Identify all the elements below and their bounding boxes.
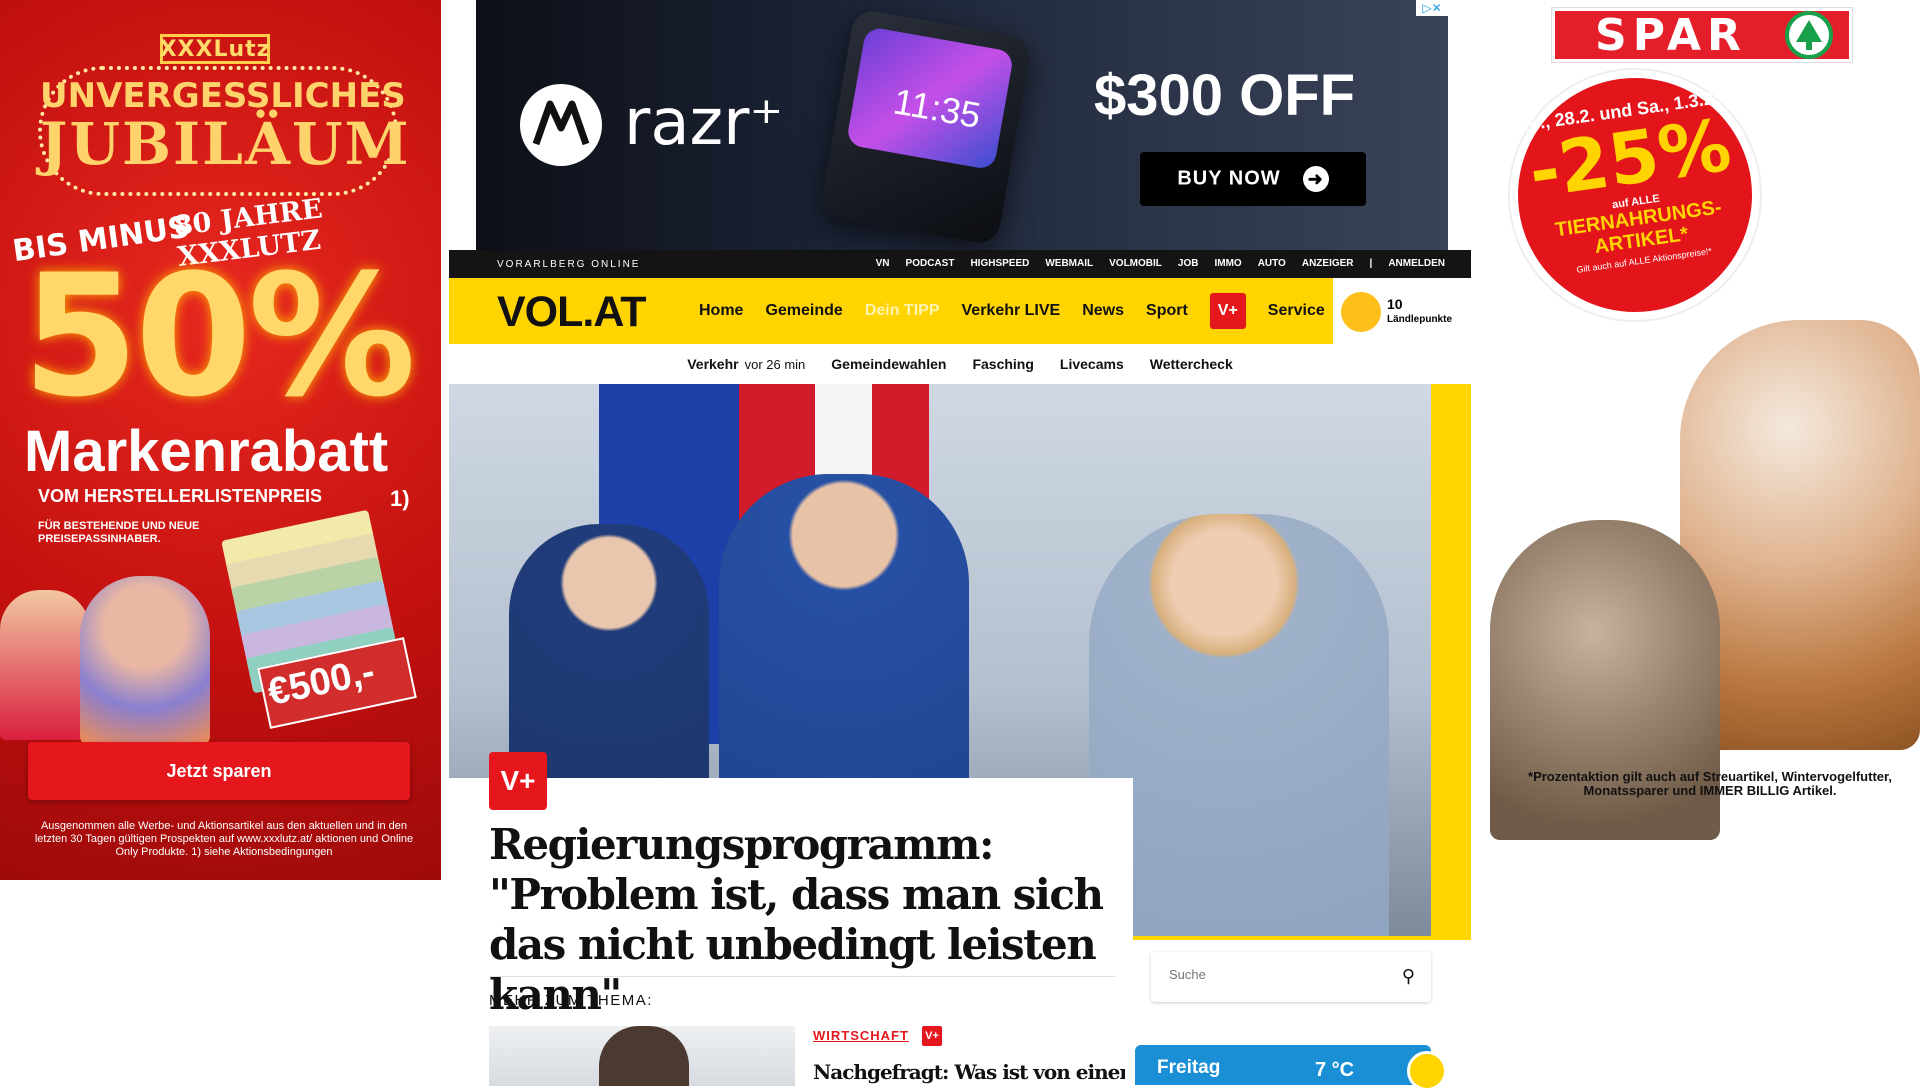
ad-main-text: Markenrabatt: [24, 419, 389, 484]
subnav-livecams[interactable]: Livecams: [1060, 356, 1124, 372]
buy-now-button[interactable]: BUY NOW ➜: [1140, 152, 1366, 206]
sun-icon: [1407, 1051, 1447, 1091]
top-link-auto[interactable]: AUTO: [1258, 258, 1286, 269]
nav-service[interactable]: Service: [1268, 302, 1325, 320]
top-link-divider: |: [1369, 258, 1373, 269]
spar-ad[interactable]: SPAR Fr., 28.2. und Sa., 1.3.25 -25% auf…: [1490, 0, 1920, 840]
weather-day: Freitag: [1157, 1057, 1221, 1078]
weather-temp: 7 °C: [1315, 1059, 1355, 1081]
search-input[interactable]: [1167, 966, 1387, 983]
nav-items: Home Gemeinde Dein TIPP Verkehr LIVE New…: [699, 278, 1325, 344]
razr-ad[interactable]: razr⁺ 11:35 $300 OFF BUY NOW ➜ ▷✕: [476, 0, 1448, 250]
divider: [489, 976, 1115, 977]
related-category[interactable]: WIRTSCHAFT: [813, 1028, 909, 1043]
weather-widget[interactable]: Freitag 7 °C: [1135, 1045, 1447, 1091]
ad-headline-2: JUBILÄUM: [40, 110, 411, 178]
top-link-vn[interactable]: VN: [876, 258, 890, 269]
subnav-verkehr-label: Verkehr: [687, 356, 739, 372]
razr-brand: razr⁺: [624, 86, 784, 160]
search-box[interactable]: ⚲: [1151, 952, 1431, 1002]
subnav-wettercheck[interactable]: Wettercheck: [1150, 356, 1233, 372]
phone-screen: 11:35: [845, 26, 1015, 171]
main-nav: VOL.AT Home Gemeinde Dein TIPP Verkehr L…: [449, 278, 1471, 344]
hero-article[interactable]: V+ Regierungsprogramm: "Problem ist, das…: [449, 384, 1471, 1019]
jetzt-sparen-button[interactable]: Jetzt sparen: [28, 742, 410, 800]
ad-model-woman: [0, 590, 90, 740]
top-link-immo[interactable]: IMMO: [1214, 258, 1241, 269]
ad-note: FÜR BESTEHENDE UND NEUE PREISEPASSINHABE…: [38, 520, 200, 545]
top-bar: VORARLBERG ONLINE VN PODCAST HIGHSPEED W…: [449, 250, 1471, 278]
vplus-badge: V+: [489, 752, 547, 810]
top-link-anmelden[interactable]: ANMELDEN: [1388, 258, 1445, 269]
ad-fineprint: Ausgenommen alle Werbe- und Aktionsartik…: [34, 820, 414, 858]
top-link-anzeiger[interactable]: ANZEIGER: [1302, 258, 1354, 269]
points-count: 10: [1387, 296, 1403, 312]
nav-home[interactable]: Home: [699, 302, 743, 320]
related-vplus-badge: V+: [922, 1026, 942, 1046]
phone-time: 11:35: [890, 80, 984, 136]
related-title[interactable]: Nachgefragt: Was ist von einer: [813, 1060, 1125, 1084]
nav-vplus-button[interactable]: V+: [1209, 293, 1246, 329]
subnav-gemeindewahlen[interactable]: Gemeindewahlen: [831, 356, 946, 372]
phone-image: 11:35: [819, 7, 1033, 247]
nav-dein-tipp[interactable]: Dein TIPP: [865, 302, 940, 320]
adchoices-icon[interactable]: ▷✕: [1416, 0, 1448, 16]
nav-gemeinde[interactable]: Gemeinde: [765, 302, 842, 320]
subnav-fasching[interactable]: Fasching: [972, 356, 1033, 372]
subnav-verkehr[interactable]: Verkehr vor 26 min: [687, 356, 805, 372]
discount-badge: Fr., 28.2. und Sa., 1.3.25 -25% auf ALLE…: [1493, 53, 1777, 337]
top-link-webmail[interactable]: WEBMAIL: [1045, 258, 1093, 269]
ad-model-man: [80, 576, 210, 746]
points-label: Ländlepunkte: [1387, 314, 1453, 325]
related-thumbnail[interactable]: [489, 1026, 795, 1086]
hero-title[interactable]: Regierungsprogramm: "Problem ist, dass m…: [489, 820, 1129, 1020]
top-link-podcast[interactable]: PODCAST: [906, 258, 955, 269]
person-right: [1089, 514, 1389, 936]
top-link-volmobil[interactable]: VOLMOBIL: [1109, 258, 1162, 269]
ad-discount-percent: 50%: [22, 238, 416, 434]
sub-nav: Verkehr vor 26 min Gemeindewahlen Faschin…: [449, 344, 1471, 384]
more-heading: MEHR ZUM THEMA:: [489, 992, 653, 1009]
top-links: VN PODCAST HIGHSPEED WEBMAIL VOLMOBIL JO…: [876, 258, 1445, 269]
arrow-right-icon: ➜: [1302, 166, 1329, 192]
search-icon[interactable]: ⚲: [1402, 966, 1415, 987]
site-name: VORARLBERG ONLINE: [497, 259, 641, 270]
vol-logo[interactable]: VOL.AT: [497, 288, 646, 337]
ad-subtext: VOM HERSTELLERLISTENPREIS: [38, 486, 323, 506]
top-link-job[interactable]: JOB: [1178, 258, 1199, 269]
buy-now-label: BUY NOW: [1177, 167, 1281, 190]
xxxlutz-ad[interactable]: XXXLutz UNVERGESSLICHES JUBILÄUM 80 JAHR…: [0, 0, 441, 880]
mountain-icon: [1341, 292, 1381, 332]
nav-verkehr-live[interactable]: Verkehr LIVE: [962, 302, 1061, 320]
laendlepunkte-widget[interactable]: 10 Ländlepunkte: [1333, 278, 1471, 344]
xxxlutz-logo: XXXLutz: [160, 34, 270, 64]
top-link-highspeed[interactable]: HIGHSPEED: [970, 258, 1029, 269]
nav-sport[interactable]: Sport: [1146, 302, 1188, 320]
person-head: [599, 1026, 689, 1086]
nav-news[interactable]: News: [1082, 302, 1124, 320]
spar-tree-icon: [1785, 11, 1833, 59]
ad-offer: $300 OFF: [1094, 63, 1356, 128]
spar-fineprint: *Prozentaktion gilt auch auf Streuartike…: [1528, 769, 1892, 798]
motorola-logo-icon: [520, 84, 602, 166]
subnav-verkehr-time: vor 26 min: [744, 357, 806, 372]
